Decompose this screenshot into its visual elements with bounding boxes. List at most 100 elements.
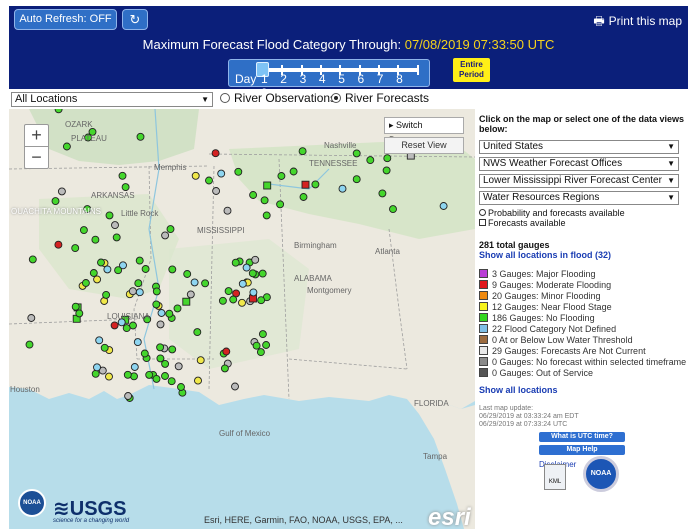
gauge-marker[interactable]: [136, 132, 145, 141]
gauge-marker[interactable]: [212, 187, 221, 195]
gauge-marker[interactable]: [190, 278, 199, 287]
show-flood-locations-link[interactable]: Show all locations in flood (32): [479, 250, 688, 260]
gauge-marker[interactable]: [338, 184, 347, 193]
gauge-marker[interactable]: [201, 279, 210, 288]
gauge-marker[interactable]: [257, 296, 266, 305]
day-number-8[interactable]: 8: [396, 72, 415, 86]
gauge-marker[interactable]: [102, 290, 111, 299]
location-select[interactable]: All Locations ▼: [11, 92, 213, 107]
day-number-7[interactable]: 7: [377, 72, 396, 86]
gauge-marker[interactable]: [211, 149, 220, 158]
gauge-marker[interactable]: [167, 377, 176, 386]
river-forecasts-option[interactable]: River Forecasts: [331, 91, 429, 105]
dropdown-nws-offices[interactable]: NWS Weather Forecast Offices ▼: [479, 157, 679, 171]
gauge-marker[interactable]: [81, 279, 90, 287]
gauge-marker[interactable]: [79, 226, 88, 235]
dropdown-united-states[interactable]: United States ▼: [479, 140, 679, 154]
day-slider[interactable]: Day 1 2 3 4 5 6 7 89: [228, 59, 430, 100]
gauge-marker[interactable]: [157, 309, 166, 317]
gauge-marker[interactable]: [54, 109, 63, 114]
gauge-marker[interactable]: [130, 363, 139, 371]
gauge-marker[interactable]: [234, 167, 243, 176]
switch-basemap-button[interactable]: ▸ Switch Basemap: [384, 117, 464, 145]
gauge-marker[interactable]: [134, 279, 143, 288]
gauge-marker[interactable]: [135, 288, 144, 297]
day-number-4[interactable]: 4: [319, 72, 338, 86]
gauge-marker[interactable]: [382, 166, 391, 175]
gauge-marker[interactable]: [231, 258, 240, 267]
gauge-marker[interactable]: [57, 187, 66, 196]
print-map-link[interactable]: 🖶 Print this map: [593, 12, 682, 33]
gauge-marker[interactable]: [229, 295, 238, 304]
kml-icon[interactable]: KML: [544, 464, 566, 490]
gauge-marker[interactable]: [193, 328, 202, 337]
gauge-marker[interactable]: [249, 191, 258, 199]
zoom-in-button[interactable]: +: [24, 124, 49, 147]
gauge-marker[interactable]: [28, 255, 37, 264]
dropdown-forecast-center[interactable]: Lower Mississippi River Forecast Center ▼: [479, 174, 679, 188]
gauge-marker[interactable]: [152, 374, 161, 383]
gauge-marker[interactable]: [168, 345, 177, 354]
gauge-marker[interactable]: [256, 348, 265, 357]
gauge-marker[interactable]: [54, 240, 63, 249]
gauge-marker[interactable]: [238, 279, 247, 288]
day-number-6[interactable]: 6: [357, 72, 376, 86]
gauge-marker[interactable]: [152, 287, 161, 296]
gauge-marker[interactable]: [366, 156, 375, 165]
gauge-marker[interactable]: [439, 202, 448, 210]
gauge-marker[interactable]: [222, 347, 231, 356]
entire-period-button[interactable]: Entire Period: [453, 58, 490, 82]
gauge-marker[interactable]: [186, 290, 195, 299]
gauge-marker[interactable]: [299, 193, 308, 201]
gauge-marker[interactable]: [71, 302, 80, 311]
gauge-marker[interactable]: [89, 269, 98, 277]
river-observations-option[interactable]: River Observations: [220, 91, 336, 105]
gauge-marker[interactable]: [103, 265, 112, 274]
gauge-marker[interactable]: [311, 180, 320, 189]
reset-view-button[interactable]: Reset View: [384, 137, 464, 154]
gauge-marker[interactable]: [258, 269, 267, 278]
gauge-marker[interactable]: [152, 300, 161, 309]
gauge-marker[interactable]: [105, 372, 113, 381]
gauge-marker[interactable]: [118, 171, 127, 180]
dropdown-water-regions[interactable]: Water Resources Regions ▼: [479, 191, 679, 205]
gauge-marker[interactable]: [383, 154, 392, 163]
flood-map[interactable]: + − ▸ Switch Basemap Reset View OZARK PL…: [9, 109, 475, 529]
gauge-marker[interactable]: [25, 340, 34, 349]
gauge-marker[interactable]: [114, 266, 123, 275]
gauge-marker[interactable]: [249, 288, 258, 297]
gauge-marker[interactable]: [242, 263, 251, 272]
gauge-marker[interactable]: [100, 343, 109, 352]
gauge-marker[interactable]: [124, 392, 133, 400]
map-help-button[interactable]: Map Help: [539, 445, 625, 455]
gauge-marker[interactable]: [128, 287, 137, 296]
gauge-marker[interactable]: [110, 321, 119, 330]
day-number-1[interactable]: 1: [261, 72, 280, 86]
refresh-button[interactable]: ↻: [122, 9, 148, 30]
gauge-marker[interactable]: [91, 235, 100, 244]
gauge-marker[interactable]: [238, 298, 246, 307]
gauge-marker[interactable]: [133, 338, 142, 347]
gauge-marker[interactable]: [123, 370, 132, 379]
gauge-marker[interactable]: [248, 269, 257, 278]
gauge-marker[interactable]: [262, 211, 271, 220]
gauge-marker[interactable]: [183, 270, 192, 278]
gauge-marker[interactable]: [166, 225, 175, 234]
gauge-marker[interactable]: [196, 356, 205, 365]
gauge-marker[interactable]: [276, 200, 285, 209]
gauge-marker[interactable]: [252, 341, 261, 350]
gauge-marker[interactable]: [194, 376, 202, 385]
gauge-marker[interactable]: [258, 330, 267, 339]
gauge-marker[interactable]: [173, 304, 182, 313]
gauge-marker[interactable]: [71, 244, 80, 253]
gauge-marker[interactable]: [174, 362, 183, 371]
gauge-marker[interactable]: [141, 265, 150, 273]
radio-river-observations[interactable]: [220, 93, 230, 103]
utc-time-button[interactable]: What is UTC time?: [539, 432, 625, 442]
gauge-marker[interactable]: [352, 175, 361, 184]
gauge-marker[interactable]: [224, 287, 233, 296]
gauge-marker[interactable]: [191, 171, 200, 180]
gauge-marker[interactable]: [112, 233, 121, 242]
gauge-marker[interactable]: [217, 169, 226, 178]
gauge-marker[interactable]: [260, 196, 269, 205]
